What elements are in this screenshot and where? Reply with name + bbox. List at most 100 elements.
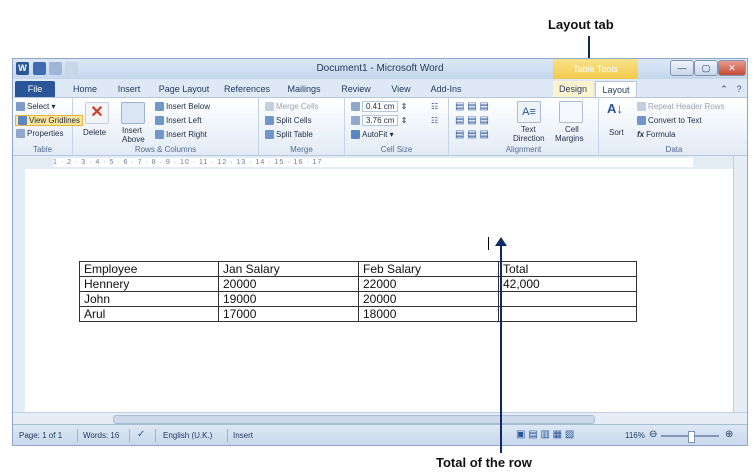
language-indicator[interactable]: English (U.K.) [163,431,212,440]
word-count[interactable]: Words: 16 [83,431,119,440]
split-table-icon [265,130,274,140]
table-cell[interactable] [498,306,637,322]
text-cursor [488,237,489,250]
page-count[interactable]: Page: 1 of 1 [19,431,62,440]
table-tools-context-tab: Table Tools [553,59,638,79]
group-data-label: Data [665,145,683,154]
table-cell[interactable]: 18000 [358,306,499,322]
help-icon[interactable]: ? [733,81,745,97]
merge-cells-icon [265,102,274,112]
view-buttons[interactable]: ▣ ▤ ▥ ▦ ▧ [516,429,574,440]
total-row-annotation: Total of the row [436,455,532,470]
table-cell[interactable]: 20000 [358,291,499,307]
row-height-field[interactable]: 0.41 cm ⇕ [351,101,407,112]
column-width-field[interactable]: 3.76 cm ⇕ [351,115,407,126]
minimize-ribbon-icon[interactable]: ⌃ [718,81,730,97]
properties-button[interactable]: Properties [16,129,63,139]
tab-layout[interactable]: Layout [595,81,637,97]
document-page[interactable]: Employee Jan Salary Feb Salary Total Hen… [25,169,735,412]
insert-above-label-1[interactable]: Insert [122,126,142,135]
align-buttons-row-2[interactable]: ▤ ▤ ▤ [455,115,489,126]
tab-design[interactable]: Design [553,81,593,97]
insert-left-button[interactable]: Insert Left [155,116,202,126]
maximize-button[interactable]: ▢ [694,60,718,76]
table-cell[interactable]: John [79,291,219,307]
insert-mode[interactable]: Insert [233,431,253,440]
table-cell[interactable]: 42,000 [498,276,637,292]
zoom-slider-knob[interactable] [688,431,695,443]
split-cells-button[interactable]: Split Cells [265,116,312,126]
split-cells-icon [265,116,274,126]
table-cell[interactable]: Feb Salary [358,261,499,277]
delete-icon[interactable]: ✕ [85,102,109,124]
align-buttons-row-1[interactable]: ▤ ▤ ▤ [455,101,489,112]
tab-references[interactable]: References [219,81,275,97]
cell-margins-label-2[interactable]: Margins [555,134,583,143]
text-direction-label-1[interactable]: Text [521,125,536,134]
autofit-icon [351,130,360,140]
merge-cells-button[interactable]: Merge Cells [265,102,319,112]
group-rows-columns: ✕ Delete Insert Above Insert Below Inser… [73,98,259,155]
table-cell[interactable]: Employee [79,261,219,277]
insert-above-label-2[interactable]: Above [122,135,145,144]
text-direction-label-2[interactable]: Direction [513,134,545,143]
cell-margins-label-1[interactable]: Cell [565,125,579,134]
align-buttons-row-3[interactable]: ▤ ▤ ▤ [455,129,489,140]
proofing-icon[interactable]: ✓ [137,429,145,440]
sort-button[interactable]: Sort [609,128,624,137]
table-cell[interactable] [498,291,637,307]
tab-insert[interactable]: Insert [109,81,149,97]
cell-margins-icon[interactable] [559,101,583,123]
status-divider [129,429,130,442]
salary-table[interactable]: Employee Jan Salary Feb Salary Total Hen… [79,261,637,322]
group-alignment-label: Alignment [505,145,542,154]
table-cell[interactable]: 17000 [218,306,359,322]
minimize-button[interactable]: — [670,60,694,76]
insert-below-button[interactable]: Insert Below [155,102,210,112]
tab-add-ins[interactable]: Add-Ins [423,81,469,97]
sort-icon[interactable]: A↓ [607,101,623,116]
table-cell[interactable]: Arul [79,306,219,322]
tab-view[interactable]: View [383,81,419,97]
zoom-level[interactable]: 116% [625,431,645,440]
tab-file[interactable]: File [15,81,55,97]
zoom-in-icon[interactable]: ⊕ [725,429,733,440]
table-cell[interactable]: 20000 [218,276,359,292]
close-button[interactable]: ✕ [718,60,746,76]
distribute-rows-icon[interactable]: ☷ [431,102,438,111]
repeat-header-icon [637,102,646,112]
tab-review[interactable]: Review [333,81,379,97]
vertical-scrollbar[interactable] [733,156,747,412]
properties-icon [16,129,25,139]
text-direction-icon[interactable]: A≡ [517,101,541,123]
horizontal-ruler[interactable]: 1 · 2 · 3 · 4 · 5 · 6 · 7 · 8 · 9 · 10 ·… [13,156,747,170]
split-table-button[interactable]: Split Table [265,130,313,140]
tab-page-layout[interactable]: Page Layout [153,81,215,97]
table-cell[interactable]: Jan Salary [218,261,359,277]
group-table-label: Table [32,145,53,154]
zoom-out-icon[interactable]: ⊖ [649,429,657,440]
table-row: Arul 17000 18000 [79,306,637,322]
repeat-header-rows-button[interactable]: Repeat Header Rows [637,102,724,112]
tab-mailings[interactable]: Mailings [279,81,329,97]
table-cell[interactable]: 19000 [218,291,359,307]
select-button[interactable]: Select ▾ [16,102,55,112]
total-arrow [500,245,502,453]
convert-to-text-button[interactable]: Convert to Text [637,116,702,126]
delete-button[interactable]: Delete [83,128,106,137]
insert-above-icon[interactable] [121,102,145,124]
horizontal-scroll-thumb[interactable] [113,415,595,424]
table-cell[interactable]: Hennery [79,276,219,292]
table-cell[interactable]: Total [498,261,637,277]
table-cell[interactable]: 22000 [358,276,499,292]
autofit-button[interactable]: AutoFit ▾ [351,130,394,140]
column-width-icon [351,116,360,126]
insert-right-button[interactable]: Insert Right [155,130,207,140]
distribute-columns-icon[interactable]: ☷ [431,116,438,125]
table-row: John 19000 20000 [79,291,637,307]
group-alignment: ▤ ▤ ▤ ▤ ▤ ▤ ▤ ▤ ▤ A≡ Text Direction Cell… [449,98,599,155]
group-rows-columns-label: Rows & Columns [134,145,197,154]
formula-button[interactable]: fx Formula [637,130,675,139]
tab-home[interactable]: Home [65,81,105,97]
table-header-row: Employee Jan Salary Feb Salary Total [79,261,637,277]
